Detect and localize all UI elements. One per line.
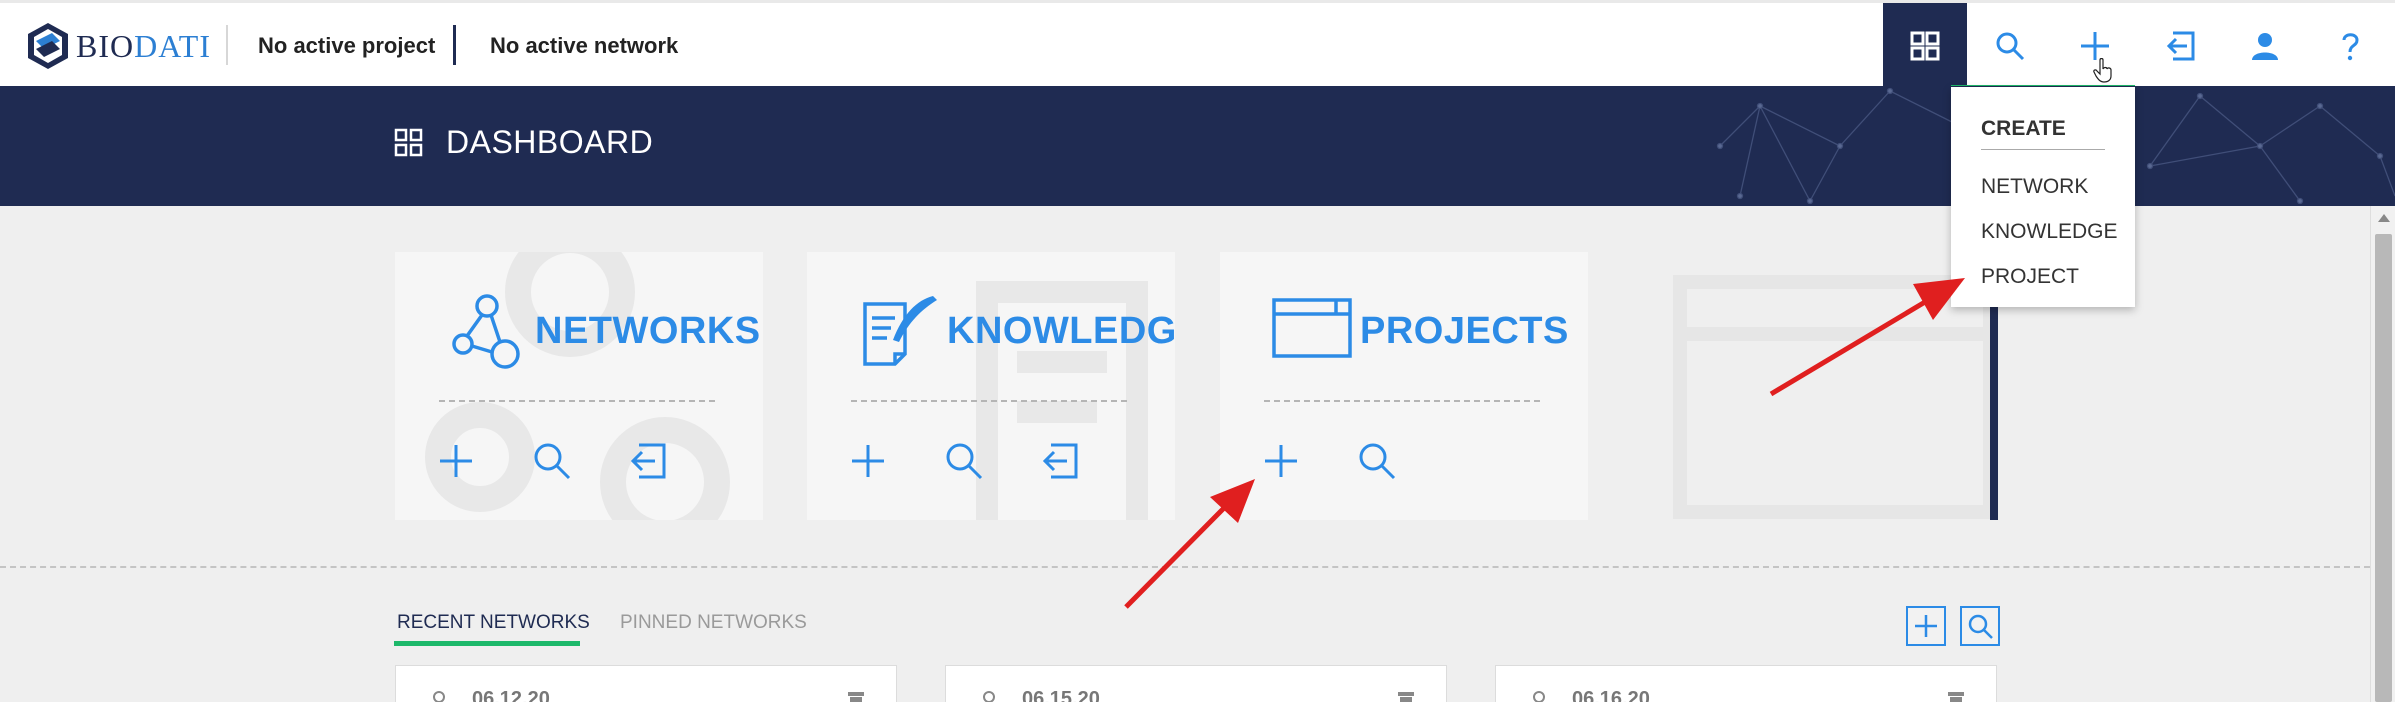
user-icon (2252, 33, 2278, 60)
active-tab-indicator (394, 641, 580, 646)
card-divider (851, 400, 1127, 402)
tab-recent-networks[interactable]: RECENT NETWORKS (397, 612, 590, 634)
network-date: 06.12.20 (472, 688, 550, 702)
search-icon (1968, 614, 1993, 639)
knowledge-card-title[interactable]: KNOWLEDGE (947, 310, 1175, 353)
header-divider (226, 25, 228, 65)
import-network-button[interactable] (627, 434, 723, 488)
trash-icon[interactable] (846, 692, 866, 702)
search-networks-button[interactable] (1960, 606, 2000, 646)
top-navbar: BIODATI No active project No active netw… (0, 0, 2395, 90)
pin-icon[interactable] (1532, 690, 1546, 702)
create-network-item[interactable]: NETWORK (1981, 164, 2135, 209)
help-nav-button[interactable] (2308, 3, 2392, 89)
help-icon (2342, 33, 2359, 61)
user-nav-button[interactable] (2223, 3, 2307, 89)
active-project-label[interactable]: No active project (258, 33, 435, 59)
search-icon (534, 443, 571, 480)
create-menu-title: CREATE (1981, 117, 2105, 150)
biodati-logo[interactable]: BIODATI (22, 19, 211, 73)
scroll-up-arrow-icon[interactable] (2378, 214, 2390, 222)
network-date: 06.16.20 (1572, 688, 1650, 702)
create-knowledge-item[interactable]: KNOWLEDGE (1981, 209, 2135, 254)
network-date: 06.15.20 (1022, 688, 1100, 702)
add-network-button[interactable] (435, 434, 531, 488)
import-icon (2166, 31, 2195, 61)
list-item[interactable]: 06.12.20 (395, 665, 897, 702)
plus-icon (440, 445, 472, 477)
network-icon (452, 294, 520, 369)
search-networks-button[interactable] (531, 434, 627, 488)
import-icon (630, 443, 666, 479)
search-icon (946, 443, 983, 480)
trash-icon[interactable] (1946, 692, 1966, 702)
document-pen-icon (863, 296, 937, 366)
pin-icon[interactable] (982, 690, 996, 702)
create-project-item[interactable]: PROJECT (1981, 254, 2135, 299)
add-network-button[interactable] (1906, 606, 1946, 646)
hand-cursor-icon (2093, 58, 2112, 83)
tab-pinned-networks[interactable]: PINNED NETWORKS (620, 612, 807, 634)
header-divider (453, 25, 456, 65)
scrollbar-thumb[interactable] (2375, 234, 2392, 702)
page-title-text: DASHBOARD (446, 124, 654, 160)
import-icon (1042, 443, 1078, 479)
annotation-arrow-icon (1769, 278, 1965, 397)
list-item[interactable]: 06.15.20 (945, 665, 1447, 702)
plus-icon (852, 445, 884, 477)
dashboard-icon (1910, 31, 1940, 61)
plus-icon (1915, 615, 1937, 637)
import-nav-button[interactable] (2138, 3, 2222, 89)
dashboard-nav-button[interactable] (1883, 3, 1967, 89)
pin-icon[interactable] (432, 690, 446, 702)
annotation-arrow-icon (1124, 479, 1255, 609)
list-item[interactable]: 06.16.20 (1495, 665, 1997, 702)
create-dropdown-menu: CREATE NETWORK KNOWLEDGE PROJECT (1951, 87, 2135, 307)
page-scrollbar[interactable] (2370, 206, 2395, 702)
card-divider (439, 400, 715, 402)
search-knowledge-button[interactable] (943, 434, 1039, 488)
page-title: DASHBOARD (394, 124, 653, 161)
search-nav-button[interactable] (1968, 3, 2052, 89)
networks-card-title[interactable]: NETWORKS (535, 310, 761, 353)
biodati-logo-icon (28, 23, 68, 69)
active-network-label[interactable]: No active network (490, 33, 678, 59)
add-knowledge-button[interactable] (847, 434, 943, 488)
trash-icon[interactable] (1396, 692, 1416, 702)
search-icon (1996, 32, 2025, 61)
networks-card: NETWORKS (395, 252, 763, 520)
dashboard-icon (394, 128, 423, 156)
